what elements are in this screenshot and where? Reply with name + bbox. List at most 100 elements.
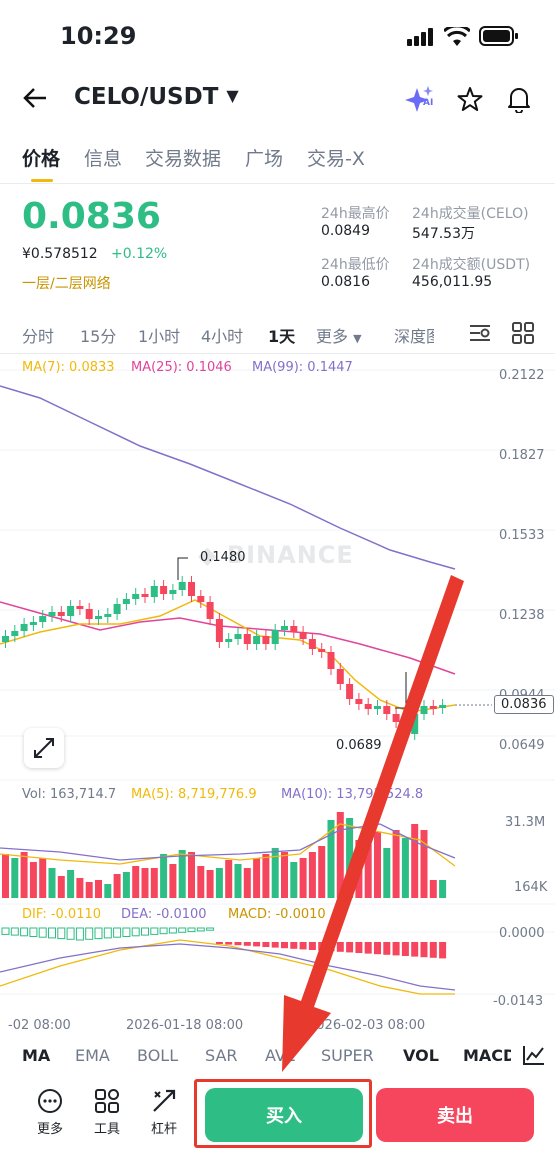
vol-usdt-value: 456,011.95 [412, 274, 493, 290]
tab-trade-x[interactable]: 交易-X [307, 144, 365, 171]
dif-legend: DIF: -0.0110 [22, 907, 102, 922]
dea-legend: DEA: -0.0100 [121, 907, 207, 922]
macd-bar [374, 942, 381, 955]
tf-1h[interactable]: 1小时 [138, 323, 180, 347]
volume-bar [308, 852, 316, 898]
pair-selector[interactable]: CELO/USDT ▼ [74, 84, 239, 110]
tabs-divider [0, 183, 555, 184]
macd-bar [94, 927, 103, 940]
ind-avl[interactable]: AVL [265, 1046, 295, 1065]
tf-4h[interactable]: 4小时 [201, 323, 243, 347]
tab-trade-data[interactable]: 交易数据 [145, 144, 221, 171]
volume-bar [364, 844, 372, 898]
ind-boll[interactable]: BOLL [137, 1046, 178, 1065]
candle [271, 624, 279, 650]
candle [290, 620, 298, 638]
candle [206, 596, 214, 625]
vol-ma5-legend: MA(5): 8,719,776.9 [131, 787, 257, 802]
tf-line[interactable]: 分时 [22, 323, 54, 347]
volume-bar [253, 858, 261, 898]
time-tick-2: 2026-01-18 08:00 [126, 1018, 244, 1033]
ind-vol[interactable]: VOL [403, 1046, 439, 1065]
high-value: 0.0849 [321, 223, 370, 239]
leverage-icon [153, 1089, 176, 1112]
caret-down-icon: ▼ [226, 86, 239, 105]
vol-legend: Vol: 163,714.7 [22, 787, 117, 802]
alert-button[interactable] [506, 85, 532, 117]
volume-bar [197, 866, 205, 898]
pair-title: CELO/USDT [74, 84, 219, 110]
bell-icon [508, 88, 530, 114]
tf-15m[interactable]: 15分 [80, 323, 116, 347]
candle [76, 600, 84, 615]
layout-grid-button[interactable] [512, 322, 534, 348]
volume-bar [104, 884, 112, 898]
candle [85, 603, 93, 625]
sell-button[interactable]: 卖出 [376, 1088, 534, 1142]
ai-sparkle-button[interactable]: AI [405, 86, 435, 118]
tf-more[interactable]: 更多 ▼ [316, 323, 362, 347]
macd-bar [290, 942, 298, 949]
network-tag[interactable]: 一层/二层网络 [22, 273, 111, 293]
tf-1d[interactable]: 1天 [268, 323, 295, 347]
candle [113, 598, 121, 620]
wifi-icon [442, 24, 472, 51]
candle [374, 700, 381, 715]
volume-bar [429, 880, 437, 898]
macd-bar [234, 942, 242, 946]
macd-bar [1, 927, 10, 935]
tab-price[interactable]: 价格 [22, 144, 60, 171]
candle [308, 633, 316, 655]
volume-bar [20, 852, 28, 898]
vol-tick-top: 31.3M [505, 815, 546, 830]
candle [20, 618, 28, 637]
tab-info[interactable]: 信息 [84, 144, 122, 171]
chart-settings-button[interactable] [468, 322, 492, 348]
volume-bar [11, 858, 19, 898]
candle [281, 620, 288, 636]
macd-bar [401, 942, 409, 956]
signal-icon [407, 28, 435, 50]
volume-bar [439, 880, 447, 898]
back-button[interactable] [22, 86, 48, 114]
volume-bar [243, 868, 251, 898]
macd-bar [159, 927, 168, 935]
ind-ema[interactable]: EMA [75, 1046, 110, 1065]
ind-super[interactable]: SUPER [321, 1046, 374, 1065]
time-tick-3: 2026-02-03 08:00 [308, 1018, 426, 1033]
price-change: +0.12% [111, 246, 168, 262]
high-marker-leader [177, 557, 188, 580]
macd-bar [327, 942, 335, 952]
ai-badge: AI [423, 98, 434, 108]
macd-bar [75, 927, 84, 941]
macd-bar [392, 942, 400, 956]
tab-square[interactable]: 广场 [245, 144, 283, 171]
candle [346, 678, 354, 705]
macd-bar [38, 927, 47, 938]
candle [95, 610, 102, 625]
tf-more-label: 更多 [316, 327, 349, 346]
macd-histogram [1, 927, 447, 959]
volume-bar [141, 868, 149, 898]
candle [262, 630, 270, 650]
tf-depth[interactable]: 深度图 [394, 323, 434, 347]
vol-tick-bottom: 164K [514, 880, 548, 895]
fullscreen-button[interactable] [24, 728, 64, 768]
ind-ma[interactable]: MA [22, 1046, 50, 1065]
candle [392, 708, 400, 728]
ind-macd[interactable]: MACD [463, 1046, 511, 1065]
volume-bar [160, 854, 168, 898]
battery-icon [479, 26, 519, 50]
grid-lines [0, 369, 555, 995]
candle [160, 580, 168, 600]
volume-bar [290, 862, 298, 898]
candle [169, 584, 177, 600]
ind-sar[interactable]: SAR [205, 1046, 238, 1065]
indicator-settings-button[interactable] [523, 1045, 545, 1069]
favorite-button[interactable] [457, 86, 483, 116]
volume-bar [48, 868, 56, 898]
cny-price: ¥0.578512 [22, 246, 98, 262]
candle [67, 600, 75, 622]
volume-bar [150, 868, 158, 898]
candle [364, 698, 372, 715]
